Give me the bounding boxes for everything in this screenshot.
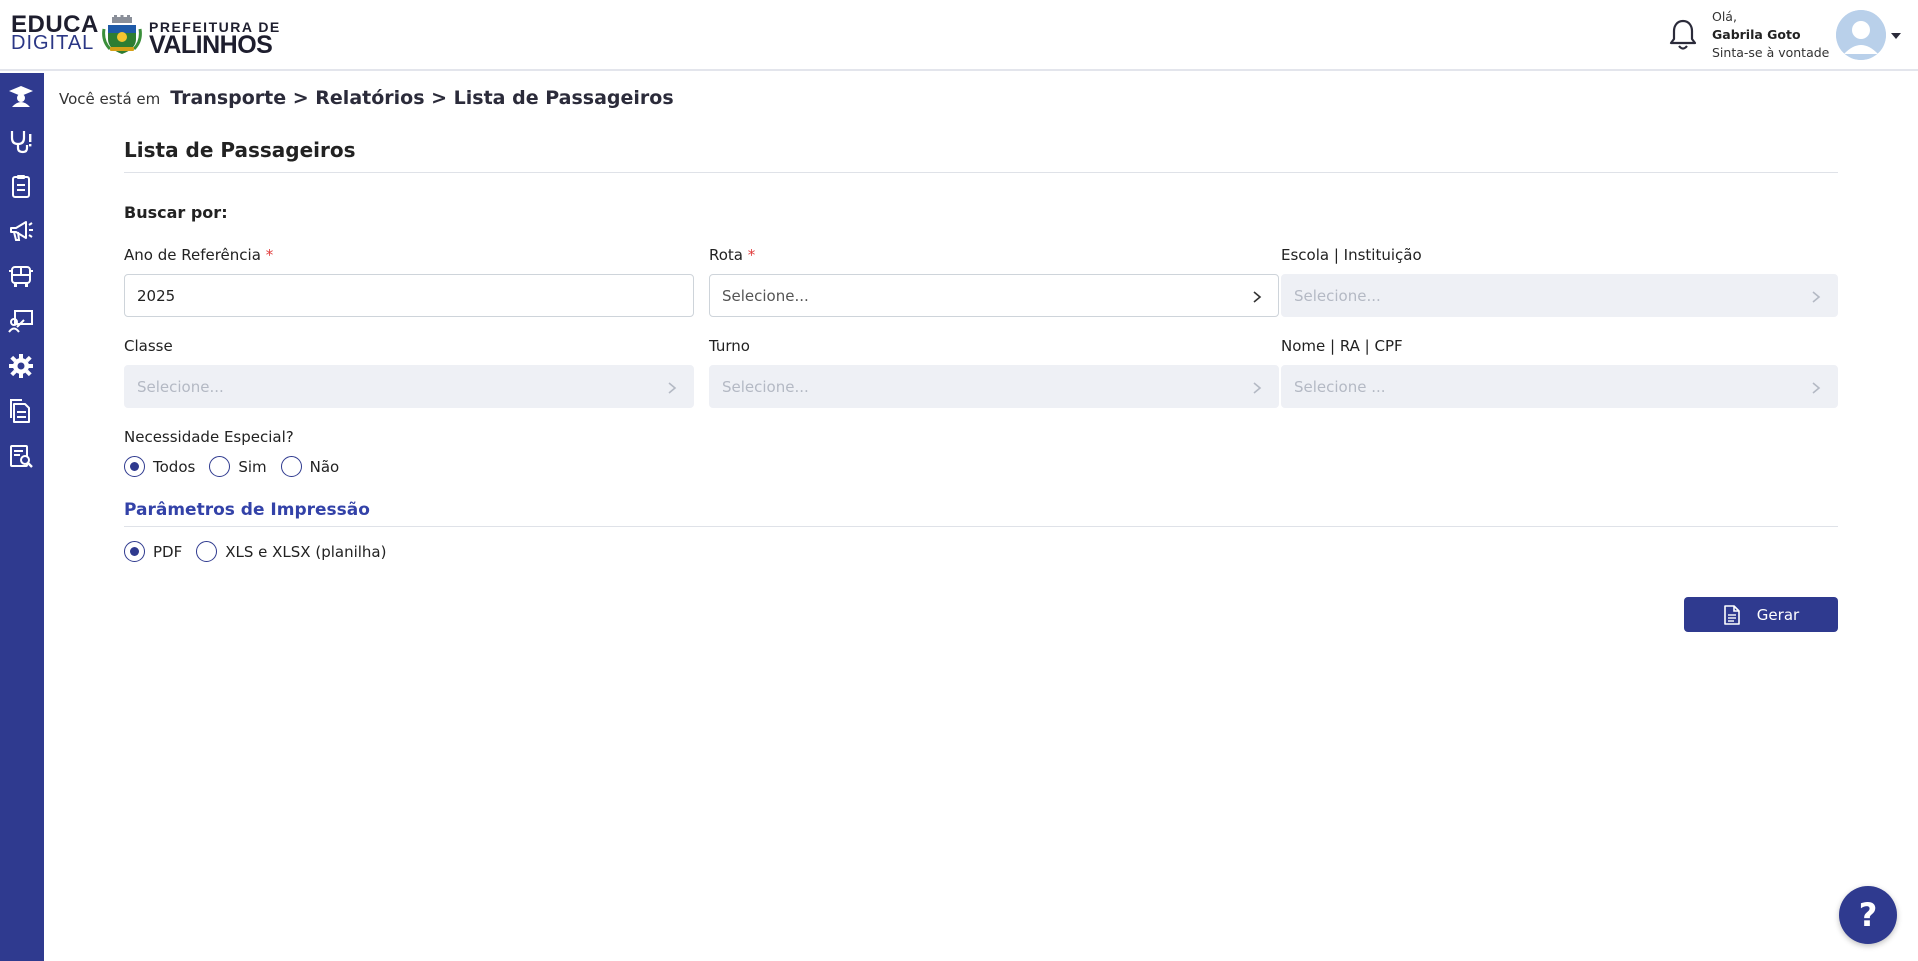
radio-todos[interactable]: Todos: [124, 456, 195, 477]
radio-sim-indicator[interactable]: [209, 456, 231, 477]
escola-label: Escola | Instituição: [1281, 246, 1422, 264]
radio-todos-label: Todos: [153, 457, 196, 476]
user-menu-caret-icon[interactable]: [1891, 33, 1901, 39]
ano-referencia-input[interactable]: 2025: [124, 274, 694, 317]
user-avatar-icon: [1836, 10, 1886, 60]
turno-select[interactable]: Selecione...: [709, 365, 1279, 408]
rota-label-text: Rota: [709, 246, 743, 264]
radio-xls-label: XLS e XLSX (planilha): [225, 542, 387, 561]
documents-icon[interactable]: [8, 398, 34, 424]
help-button[interactable]: ?: [1839, 886, 1897, 944]
classe-label: Classe: [124, 337, 173, 355]
rota-select[interactable]: Selecione...: [709, 274, 1279, 317]
graduation-cap-icon[interactable]: [8, 83, 34, 109]
user-greeting: Olá, Gabrila Goto Sinta-se à vontade: [1712, 8, 1829, 62]
breadcrumb: Você está em Transporte > Relatórios > L…: [59, 87, 674, 109]
chevron-right-icon: [1253, 291, 1262, 303]
nome-ra-cpf-label: Nome | RA | CPF: [1281, 337, 1403, 355]
gerar-label: Gerar: [1756, 605, 1800, 624]
escola-select[interactable]: Selecione...: [1281, 274, 1838, 317]
page-title: Lista de Passageiros: [124, 138, 356, 162]
ano-label-text: Ano de Referência: [124, 246, 261, 264]
teacher-board-icon[interactable]: [8, 308, 34, 334]
turno-placeholder: Selecione...: [722, 377, 809, 396]
necessidade-label: Necessidade Especial?: [124, 428, 294, 446]
city-crest-icon: [102, 15, 142, 54]
ano-label: Ano de Referência *: [124, 246, 273, 264]
chevron-right-icon: [1812, 382, 1821, 394]
logo-digital-text: DIGITAL: [11, 32, 95, 54]
radio-xls-indicator[interactable]: [196, 541, 218, 562]
radio-sim[interactable]: Sim: [209, 456, 267, 477]
notification-bell-icon[interactable]: [1668, 18, 1698, 52]
stethoscope-icon[interactable]: [8, 128, 34, 154]
chevron-right-icon: [1253, 382, 1262, 394]
valinhos-text: VALINHOS: [149, 31, 273, 59]
megaphone-icon[interactable]: [8, 218, 34, 244]
prefeitura-logo: PREFEITURA DE VALINHOS: [149, 19, 281, 59]
document-icon: [1723, 604, 1740, 625]
print-format-radio-group: PDF XLS e XLSX (planilha): [124, 541, 400, 562]
rota-required-mark: *: [747, 246, 756, 264]
sidebar: [0, 73, 44, 961]
nome-ra-cpf-placeholder: Selecione ...: [1294, 377, 1386, 396]
radio-nao-indicator[interactable]: [280, 456, 302, 477]
search-by-heading: Buscar por:: [124, 203, 228, 222]
breadcrumb-prefix: Você está em: [59, 90, 161, 108]
breadcrumb-path[interactable]: Transporte > Relatórios > Lista de Passa…: [170, 87, 673, 109]
title-divider: [124, 172, 1838, 173]
user-subtitle: Sinta-se à vontade: [1712, 45, 1830, 60]
nome-ra-cpf-select[interactable]: Selecione ...: [1281, 365, 1838, 408]
print-params-divider: [124, 526, 1838, 527]
avatar[interactable]: [1836, 10, 1886, 60]
turno-label: Turno: [709, 337, 750, 355]
escola-placeholder: Selecione...: [1294, 286, 1381, 305]
educa-digital-logo[interactable]: EDUCA DIGITAL: [11, 13, 99, 54]
radio-pdf-label: PDF: [153, 542, 183, 561]
greeting-text: Olá,: [1712, 9, 1737, 24]
report-search-icon[interactable]: [8, 443, 34, 469]
gerar-button[interactable]: Gerar: [1684, 597, 1838, 632]
top-header: EDUCA DIGITAL PREFEITURA DE VALINHOS Olá…: [0, 0, 1918, 71]
radio-nao[interactable]: Não: [280, 456, 340, 477]
help-question-icon: ?: [1858, 896, 1878, 934]
ano-required-mark: *: [265, 246, 274, 264]
radio-pdf[interactable]: PDF: [124, 541, 182, 562]
user-name: Gabrila Goto: [1712, 27, 1801, 42]
necessidade-radio-group: Todos Sim Não: [124, 456, 353, 477]
classe-placeholder: Selecione...: [137, 377, 224, 396]
print-params-heading: Parâmetros de Impressão: [124, 500, 370, 520]
rota-placeholder: Selecione...: [722, 286, 809, 305]
classe-select[interactable]: Selecione...: [124, 365, 694, 408]
radio-pdf-indicator[interactable]: [124, 541, 145, 562]
radio-sim-label: Sim: [238, 457, 267, 476]
clipboard-icon[interactable]: [8, 173, 34, 199]
radio-xls[interactable]: XLS e XLSX (planilha): [196, 541, 386, 562]
chevron-right-icon: [1812, 291, 1821, 303]
bus-icon[interactable]: [8, 263, 34, 289]
radio-nao-label: Não: [309, 457, 340, 476]
ano-referencia-value: 2025: [137, 286, 176, 305]
gear-icon[interactable]: [8, 353, 34, 379]
rota-label: Rota *: [709, 246, 755, 264]
chevron-right-icon: [668, 382, 677, 394]
radio-todos-indicator[interactable]: [124, 456, 145, 477]
